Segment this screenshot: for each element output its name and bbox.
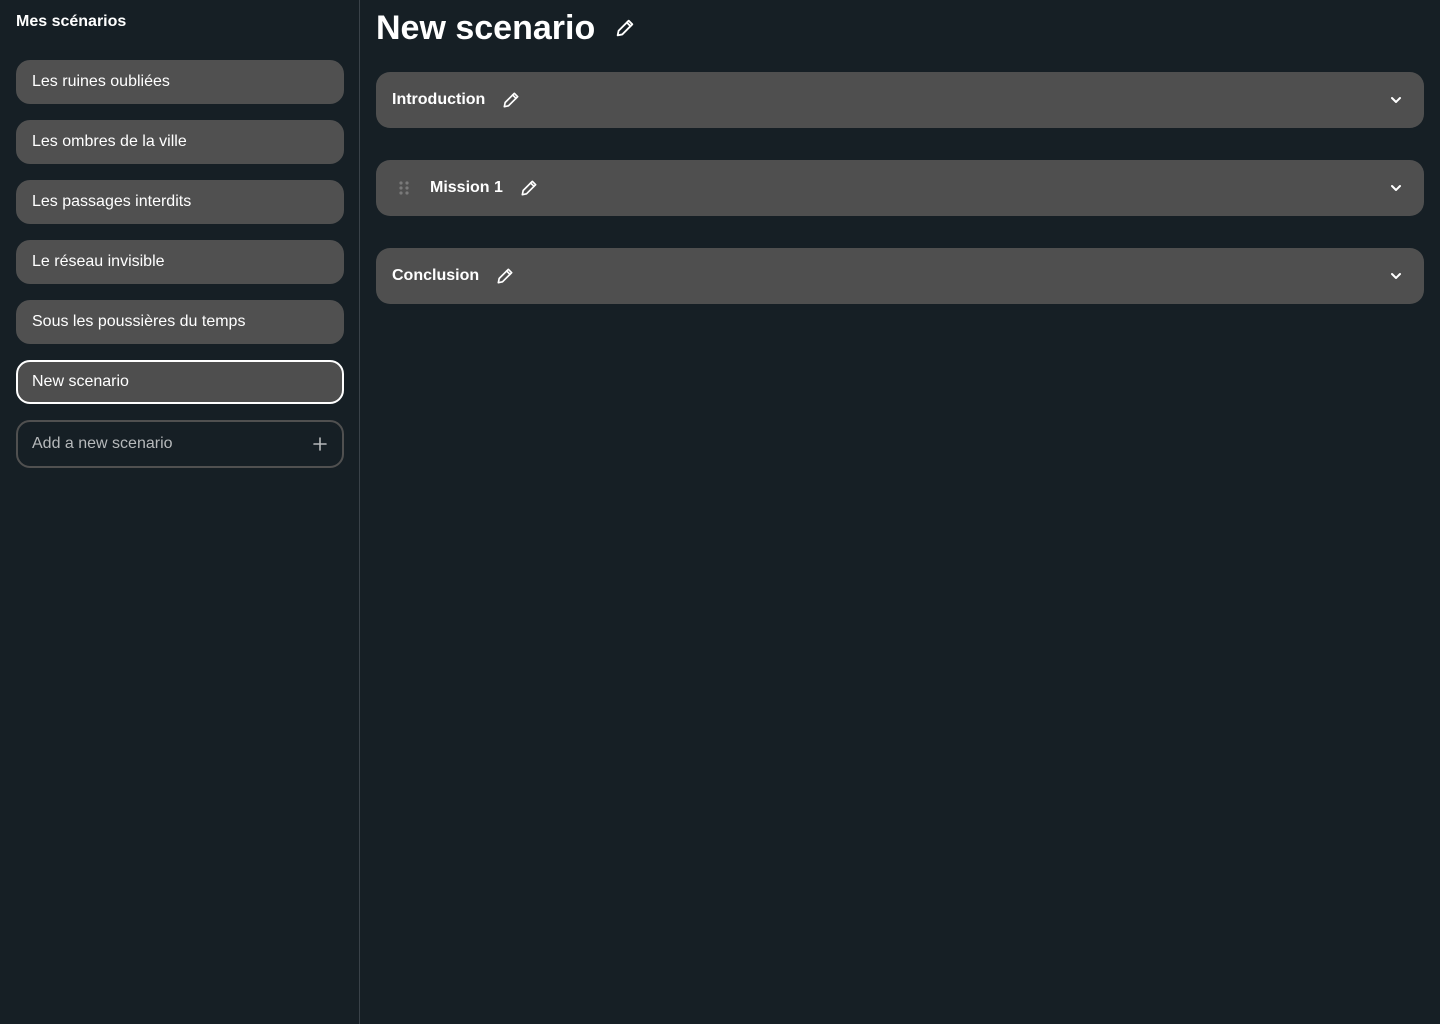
header: New scenario bbox=[376, 10, 1424, 46]
scenario-item-les-ruines-oubliees[interactable]: Les ruines oubliées bbox=[16, 60, 344, 104]
sidebar-title: Mes scénarios bbox=[16, 13, 127, 30]
add-scenario-placeholder: Add a new scenario bbox=[32, 435, 173, 452]
main-content: New scenario Introduction Mission 1 Conc… bbox=[360, 0, 1440, 1024]
pencil-icon[interactable] bbox=[517, 176, 541, 200]
sidebar: Mes scénarios Les ruines oubliées Les om… bbox=[0, 0, 360, 1024]
scenario-item-les-ombres-de-la-ville[interactable]: Les ombres de la ville bbox=[16, 120, 344, 164]
scenario-item-new-scenario[interactable]: New scenario bbox=[16, 360, 344, 404]
section-label: Mission 1 bbox=[430, 179, 503, 196]
scenario-item-le-reseau-invisible[interactable]: Le réseau invisible bbox=[16, 240, 344, 284]
section-mission-1[interactable]: Mission 1 bbox=[376, 160, 1424, 216]
section-label: Conclusion bbox=[392, 267, 480, 284]
chevron-down-icon[interactable] bbox=[1384, 88, 1408, 112]
pencil-icon[interactable] bbox=[499, 88, 523, 112]
chevron-down-icon[interactable] bbox=[1384, 176, 1408, 200]
plus-icon bbox=[312, 436, 328, 452]
section-conclusion[interactable]: Conclusion bbox=[376, 248, 1424, 304]
drag-handle-icon[interactable] bbox=[392, 176, 416, 200]
section-introduction[interactable]: Introduction bbox=[376, 72, 1424, 128]
scenario-item-sous-les-poussieres-du-temps[interactable]: Sous les poussières du temps bbox=[16, 300, 344, 344]
add-scenario-button[interactable]: Add a new scenario bbox=[16, 420, 344, 468]
chevron-down-icon[interactable] bbox=[1384, 264, 1408, 288]
section-list: Introduction Mission 1 Conclusion bbox=[376, 72, 1424, 304]
scenario-item-les-passages-interdits[interactable]: Les passages interdits bbox=[16, 180, 344, 224]
app-window: Mes scénarios Les ruines oubliées Les om… bbox=[0, 0, 1440, 1024]
section-label: Introduction bbox=[392, 91, 486, 108]
pencil-icon[interactable] bbox=[493, 264, 517, 288]
edit-title-pencil-icon[interactable] bbox=[613, 16, 637, 40]
scenario-list: Les ruines oubliées Les ombres de la vil… bbox=[16, 60, 344, 404]
page-title: New scenario bbox=[376, 9, 596, 47]
